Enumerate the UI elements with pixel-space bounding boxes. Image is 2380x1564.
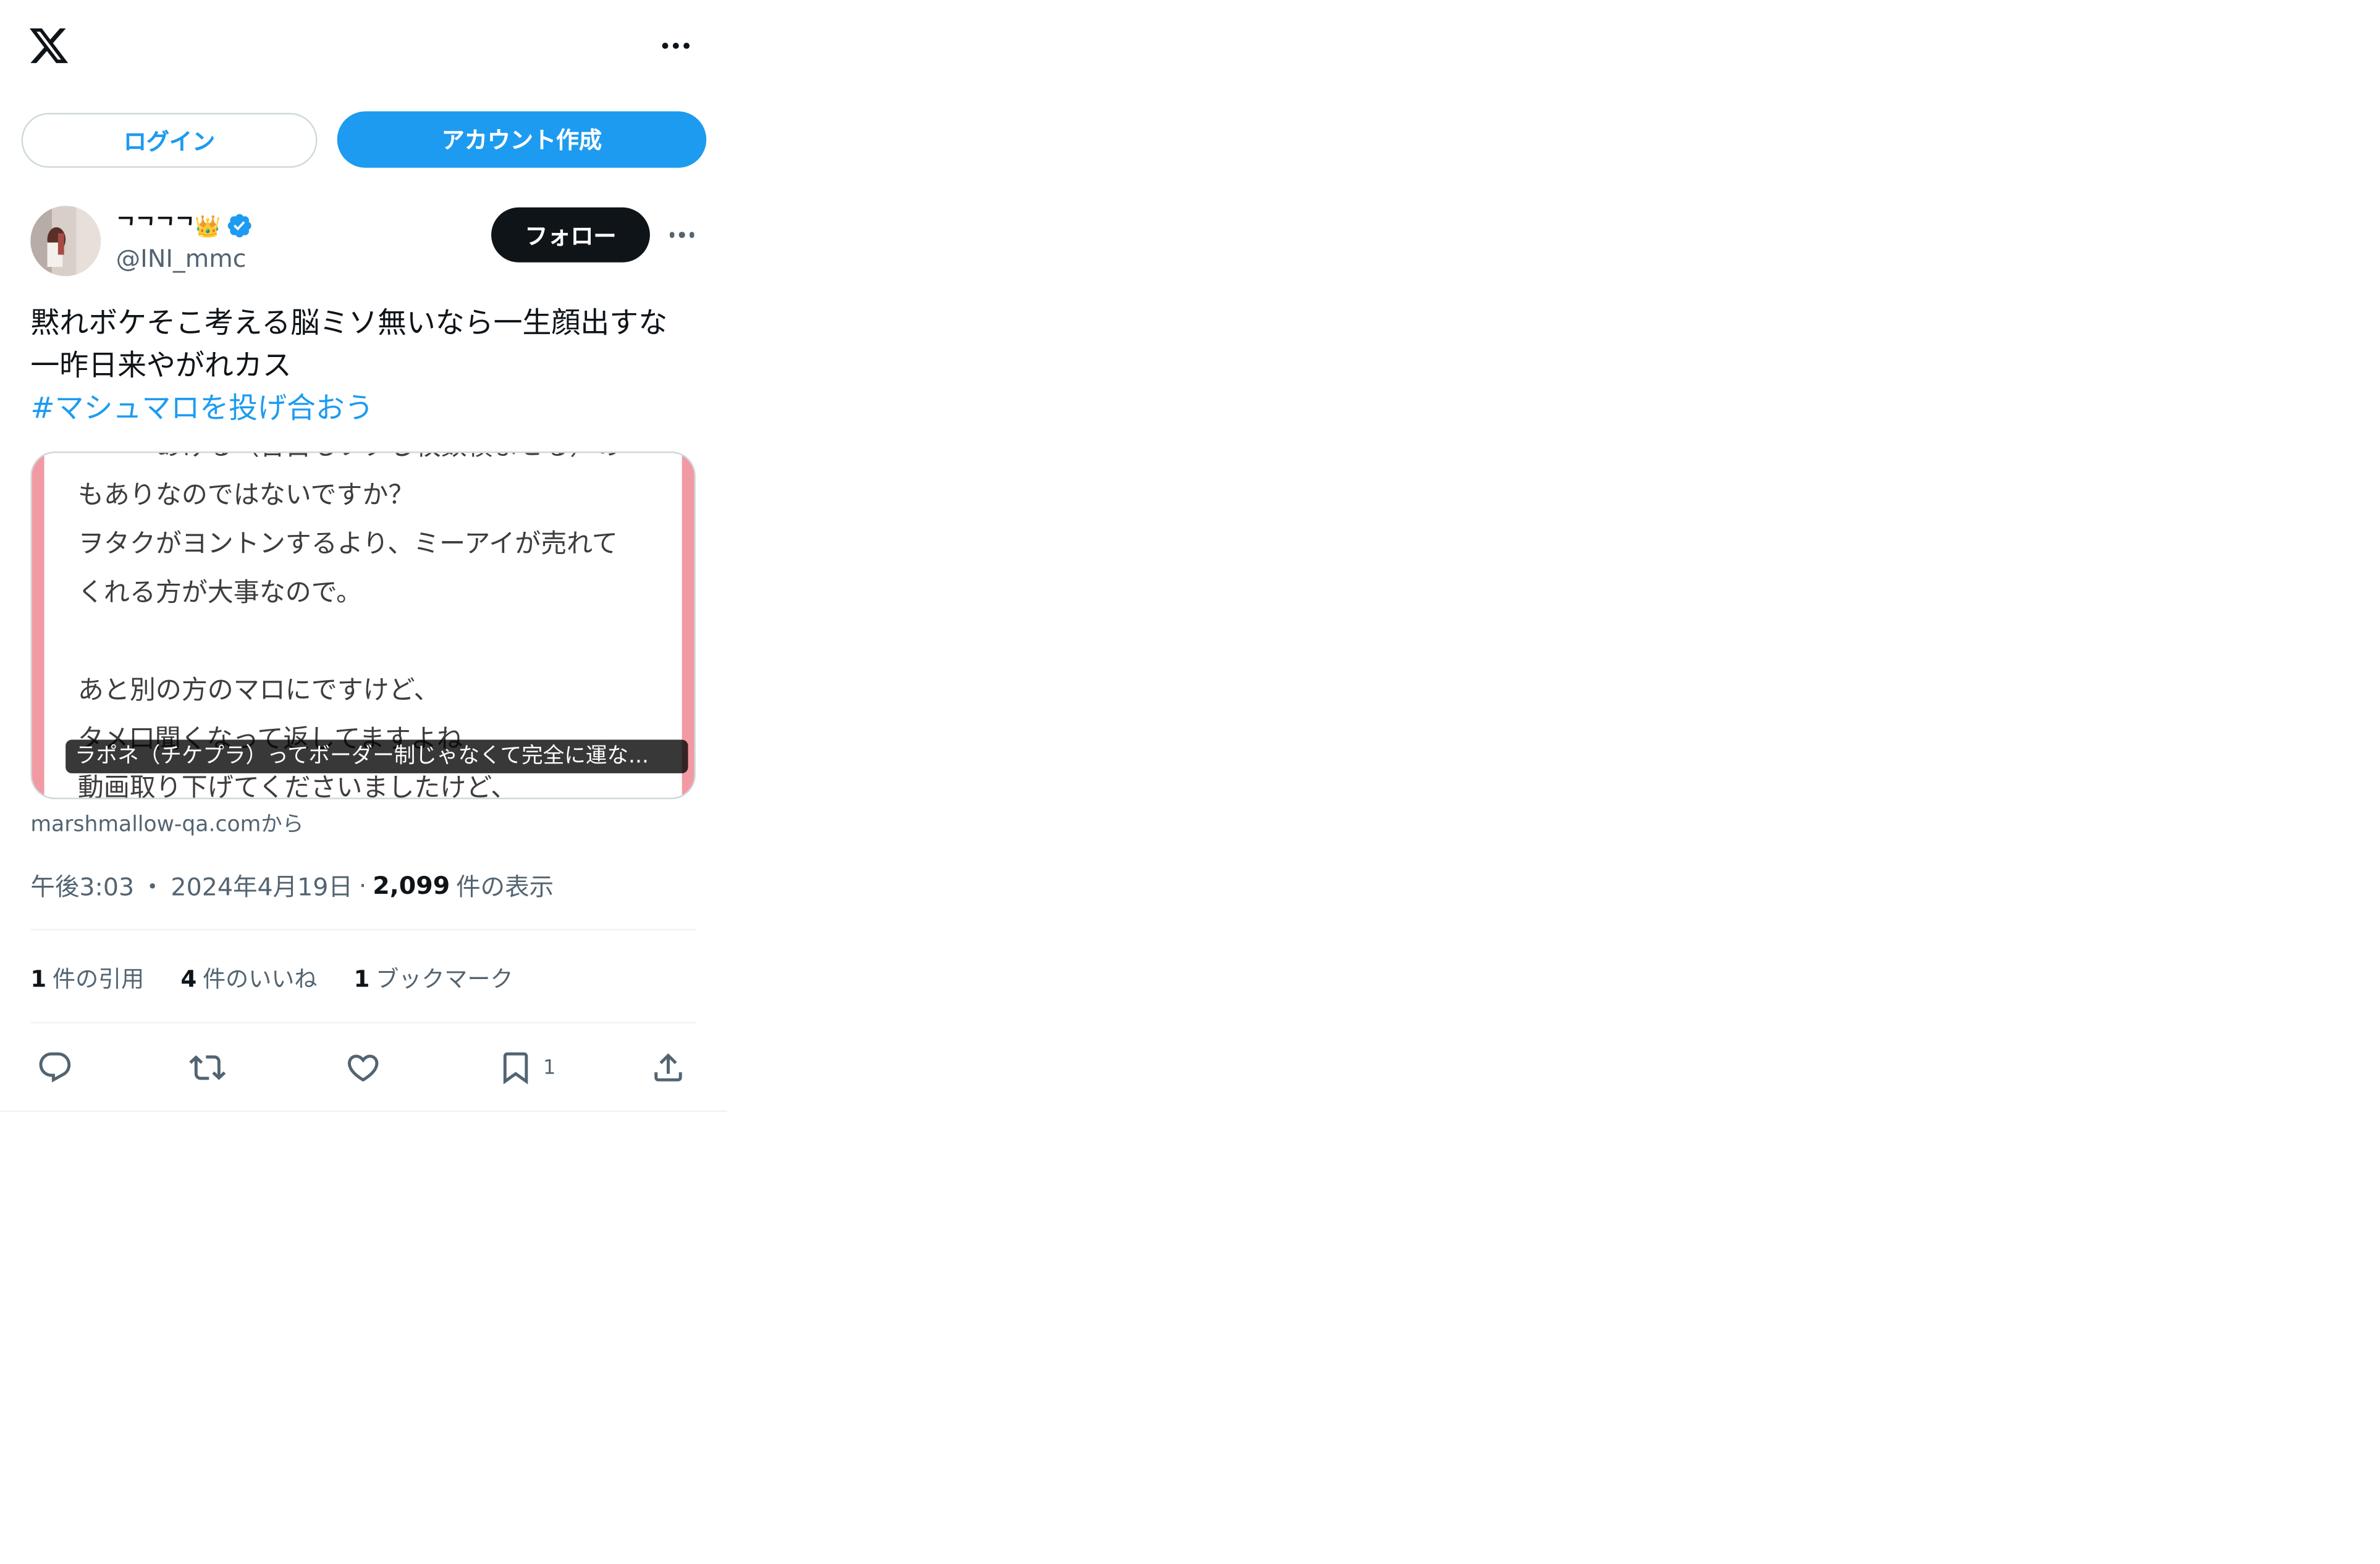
card-source-link[interactable]: marshmallow-qa.comから bbox=[30, 809, 303, 839]
like-button[interactable] bbox=[345, 1043, 381, 1092]
repost-icon bbox=[189, 1055, 226, 1080]
top-bar bbox=[0, 0, 726, 91]
x-logo-icon[interactable] bbox=[27, 25, 70, 67]
tweet-text-line: 一昨日来やがれカス bbox=[30, 349, 292, 383]
views-count: 2,099 bbox=[373, 870, 450, 899]
likes-stat[interactable]: 4 件のいいね bbox=[180, 962, 317, 994]
more-horizontal-icon[interactable] bbox=[656, 27, 696, 64]
login-button[interactable]: ログイン bbox=[21, 112, 318, 168]
bookmark-count: 1 bbox=[543, 1056, 556, 1079]
tweet-text: 黙れボケそこ考える脳ミソ無いなら一生顔出すな 一昨日来やがれカス #マシュマロを… bbox=[30, 302, 701, 430]
likes-count: 4 bbox=[180, 964, 197, 993]
hashtag-link[interactable]: #マシュマロを投げ合おう bbox=[30, 387, 701, 430]
likes-label: 件のいいね bbox=[203, 964, 318, 993]
link-card[interactable]: ー〜ーあげる（合目もフタし枚数積ませる）の もありなのではないですか？ ヲタクが… bbox=[30, 451, 696, 799]
repost-button[interactable] bbox=[189, 1043, 226, 1092]
divider bbox=[30, 928, 696, 931]
divider bbox=[30, 1022, 696, 1024]
separator: ・ bbox=[140, 872, 165, 902]
follow-button[interactable]: フォロー bbox=[491, 207, 650, 263]
card-image: ー〜ーあげる（合目もフタし枚数積ませる）の もありなのではないですか？ ヲタクが… bbox=[44, 453, 688, 798]
bookmark-icon bbox=[503, 1052, 528, 1085]
quotes-count: 1 bbox=[30, 964, 47, 993]
display-name[interactable]: ᄀᄀᄀᄀ👑 bbox=[116, 209, 253, 242]
verified-badge-icon bbox=[227, 214, 251, 238]
user-handle[interactable]: @INI_mmc bbox=[116, 244, 247, 273]
reply-icon bbox=[39, 1052, 71, 1083]
reply-button[interactable] bbox=[36, 1043, 73, 1092]
heart-icon bbox=[347, 1054, 379, 1082]
card-caption: ラポネ（チケプラ）ってボーダー制じゃなくて完全に運な... bbox=[65, 739, 688, 773]
quotes-stat[interactable]: 1 件の引用 bbox=[30, 962, 144, 994]
bookmarks-count: 1 bbox=[353, 964, 370, 993]
tweet-date[interactable]: 2024年4月19日 bbox=[171, 867, 352, 903]
tweet-more-icon[interactable] bbox=[662, 220, 702, 250]
share-icon bbox=[654, 1053, 682, 1082]
tweet-column: ログイン アカウント作成 ᄀᄀᄀᄀ👑 @INI_mmc フォロー 黙れボケそこ考… bbox=[0, 0, 728, 1112]
bookmarks-stat[interactable]: 1 ブックマーク bbox=[354, 962, 513, 994]
display-name-text: ᄀᄀᄀᄀ👑 bbox=[116, 215, 221, 240]
quotes-label: 件の引用 bbox=[53, 964, 145, 993]
avatar[interactable] bbox=[30, 206, 101, 276]
tweet-time[interactable]: 午後3:03 bbox=[30, 867, 134, 903]
bookmarks-label: ブックマーク bbox=[376, 964, 513, 993]
share-button[interactable] bbox=[650, 1043, 686, 1092]
signup-button[interactable]: アカウント作成 bbox=[337, 111, 707, 168]
separator: · bbox=[358, 870, 367, 899]
bookmark-button[interactable]: 1 bbox=[497, 1043, 556, 1092]
tweet-text-line: 黙れボケそこ考える脳ミソ無いなら一生顔出すな bbox=[30, 306, 668, 340]
views-label: 件の表示 bbox=[456, 872, 554, 902]
tweet-meta: 午後3:03 ・ 2024年4月19日 · 2,099 件の表示 bbox=[30, 867, 554, 903]
tweet-actions: 1 bbox=[30, 1043, 701, 1092]
tweet-stats: 1 件の引用 4 件のいいね 1 ブックマーク bbox=[30, 961, 513, 994]
